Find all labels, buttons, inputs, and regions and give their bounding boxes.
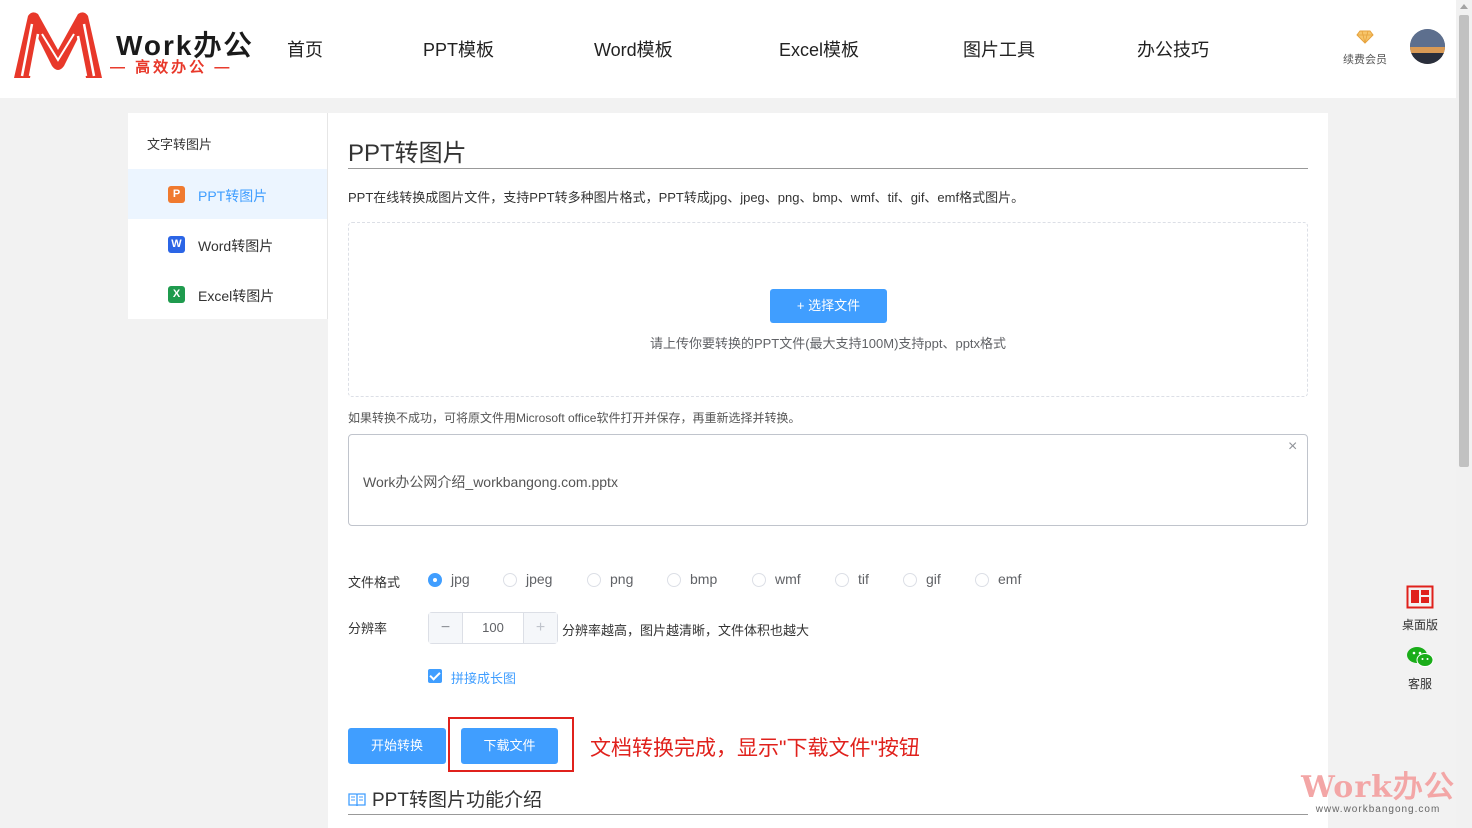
increase-button[interactable]: + <box>523 613 557 643</box>
watermark: Work办公 www.workbangong.com <box>1298 762 1458 815</box>
wechat-icon <box>1407 647 1434 667</box>
radio-icon <box>428 573 442 587</box>
customer-service-button[interactable]: 客服 <box>1398 646 1442 692</box>
excel-icon: X <box>168 286 185 303</box>
radio-label: wmf <box>775 571 801 587</box>
upload-tip: 请上传你要转换的PPT文件(最大支持100M)支持ppt、pptx格式 <box>649 336 1007 351</box>
main-panel: PPT转图片 PPT在线转换成图片文件，支持PPT转多种图片格式，PPT转成jp… <box>328 113 1328 828</box>
section-title-text: PPT转图片功能介绍 <box>372 790 542 811</box>
desktop-version-button[interactable]: 桌面版 <box>1398 585 1442 633</box>
vip-label: 续费会员 <box>1343 54 1387 66</box>
radio-icon <box>975 573 989 587</box>
section-divider <box>348 814 1308 815</box>
format-label: 文件格式 <box>348 575 401 590</box>
avatar-image <box>1410 29 1445 64</box>
radio-label: jpeg <box>526 571 553 587</box>
desktop-version-label: 桌面版 <box>1401 618 1438 632</box>
tool-sidebar: 文字转图片 P PPT转图片 W Word转图片 X Excel转图片 <box>128 113 328 319</box>
page-scrollbar[interactable] <box>1456 0 1472 828</box>
annotation-text: 文档转换完成，显示"下载文件"按钮 <box>590 737 920 760</box>
watermark-url: www.workbangong.com <box>1315 804 1441 815</box>
tool-description: PPT在线转换成图片文件，支持PPT转多种图片格式，PPT转成jpg、jpeg、… <box>348 190 1025 205</box>
merge-long-image-label[interactable]: 拼接成长图 <box>451 668 516 687</box>
sidebar-item-label: Excel转图片 <box>198 288 275 304</box>
sidebar-item-ppt-to-image[interactable]: P PPT转图片 <box>128 169 327 219</box>
radio-icon <box>752 573 766 587</box>
selected-file-card: Work办公网介绍_workbangong.com.pptx × <box>348 434 1308 526</box>
choose-file-button[interactable]: + 选择文件 <box>770 289 887 323</box>
nav-word-templates[interactable]: Word模板 <box>594 36 673 62</box>
radio-label: bmp <box>690 571 718 587</box>
sidebar-item-excel-to-image[interactable]: X Excel转图片 <box>128 269 327 319</box>
sidebar-item-word-to-image[interactable]: W Word转图片 <box>128 219 327 269</box>
file-name: Work办公网介绍_workbangong.com.pptx <box>363 474 618 490</box>
site-logo[interactable]: Work办公 — 高效办公 — <box>12 10 257 82</box>
watermark-name: Work办公 <box>1301 770 1455 805</box>
scrollbar-thumb[interactable] <box>1459 15 1469 467</box>
customer-service-label: 客服 <box>1407 677 1432 691</box>
radio-label: gif <box>926 571 941 587</box>
resolution-tip: 分辨率越高，图片越清晰，文件体积也越大 <box>562 623 810 638</box>
radio-label: jpg <box>451 571 470 587</box>
download-file-button[interactable]: 下载文件 <box>461 728 558 764</box>
radio-label: emf <box>998 571 1022 587</box>
sidebar-item-label: PPT转图片 <box>198 188 268 204</box>
section-title: PPT转图片功能介绍 <box>348 785 542 812</box>
close-icon[interactable]: × <box>1288 438 1297 456</box>
user-avatar[interactable] <box>1410 29 1445 64</box>
upload-dropzone[interactable]: + 选择文件 请上传你要转换的PPT文件(最大支持100M)支持ppt、pptx… <box>348 222 1308 397</box>
nav-image-tools[interactable]: 图片工具 <box>963 36 1035 62</box>
resolution-label: 分辨率 <box>348 621 388 636</box>
resolution-stepper: − 100 + <box>428 612 558 644</box>
radio-icon <box>667 573 681 587</box>
logo-m-icon <box>14 12 102 78</box>
resolution-input[interactable]: 100 <box>463 613 523 643</box>
radio-icon <box>503 573 517 587</box>
nav-ppt-templates[interactable]: PPT模板 <box>423 36 494 62</box>
radio-label: png <box>610 571 634 587</box>
scroll-up-arrow-icon[interactable] <box>1460 4 1468 9</box>
title-divider <box>348 168 1308 169</box>
radio-icon <box>587 573 601 587</box>
decrease-button[interactable]: − <box>429 613 463 643</box>
radio-icon <box>835 573 849 587</box>
top-header: Work办公 — 高效办公 — 首页 PPT模板 Word模板 Excel模板 … <box>0 0 1456 98</box>
nav-excel-templates[interactable]: Excel模板 <box>779 36 859 62</box>
vip-renew-button[interactable]: 续费会员 <box>1338 30 1392 67</box>
nav-office-tips[interactable]: 办公技巧 <box>1137 36 1209 62</box>
desktop-icon <box>1406 585 1434 609</box>
conversion-note: 如果转换不成功，可将原文件用Microsoft office软件打开并保存，再重… <box>348 411 801 425</box>
page-title: PPT转图片 <box>348 140 467 167</box>
ppt-icon: P <box>168 186 185 203</box>
sidebar-title: 文字转图片 <box>147 137 213 152</box>
logo-slogan: — 高效办公 — <box>110 59 233 76</box>
start-convert-button[interactable]: 开始转换 <box>348 728 446 764</box>
book-icon <box>348 793 366 807</box>
radio-label: tif <box>858 571 869 587</box>
nav-home[interactable]: 首页 <box>287 36 323 62</box>
merge-long-image-checkbox[interactable] <box>428 669 442 683</box>
word-icon: W <box>168 236 185 253</box>
sidebar-item-label: Word转图片 <box>198 238 274 254</box>
radio-icon <box>903 573 917 587</box>
diamond-icon <box>1356 30 1374 44</box>
